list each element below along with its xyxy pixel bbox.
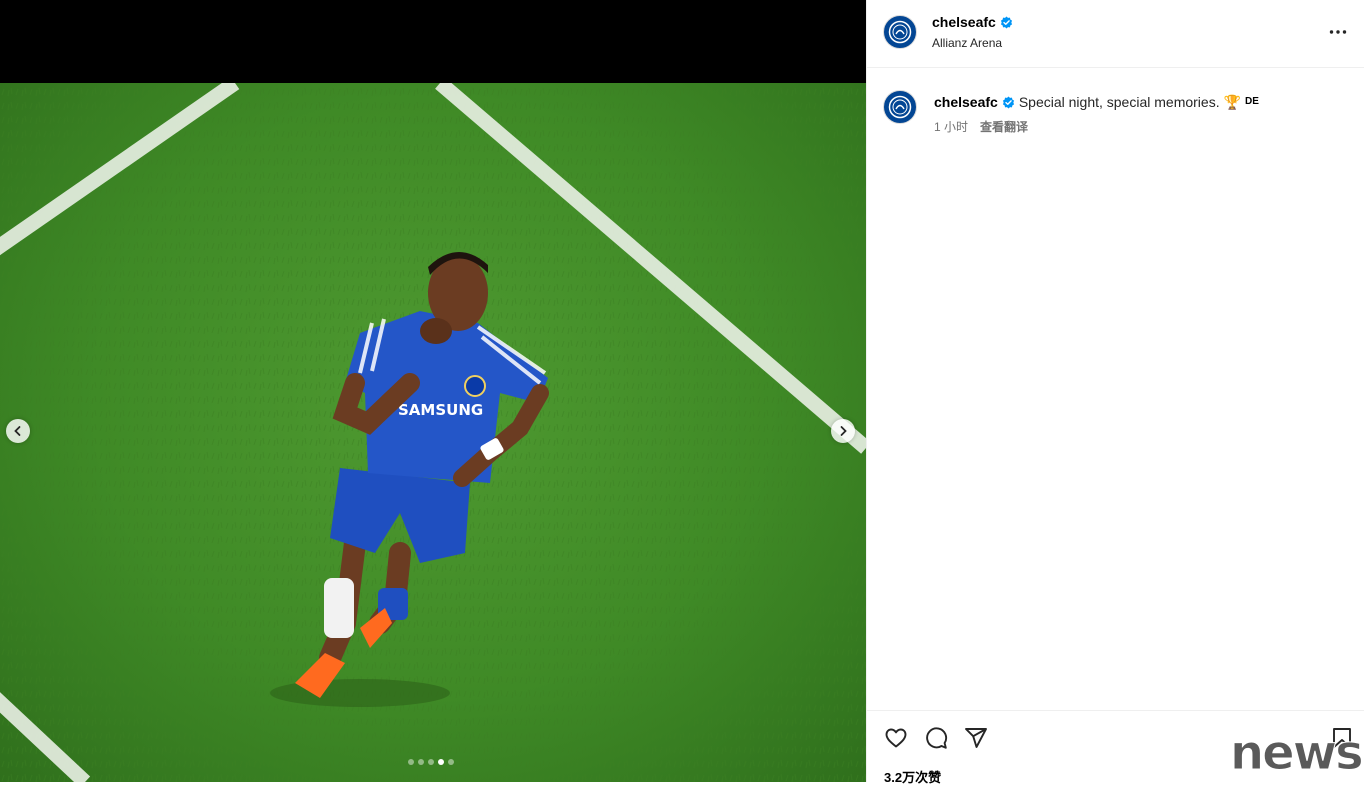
share-button[interactable] — [964, 726, 988, 755]
post-header: chelseafc Allianz Arena — [867, 0, 1364, 68]
next-slide-button[interactable] — [831, 419, 855, 443]
carousel-dot — [428, 759, 434, 765]
more-options-button[interactable] — [1328, 22, 1348, 47]
avatar[interactable] — [883, 15, 917, 49]
post-time[interactable]: 1 小时 — [934, 118, 968, 135]
caption-trailing-text: DE — [1245, 96, 1259, 107]
chevron-left-icon — [14, 426, 21, 436]
comment-button[interactable] — [924, 726, 948, 755]
see-translation-link[interactable]: 查看翻译 — [980, 118, 1028, 135]
caption-meta: 1 小时 查看翻译 — [934, 118, 1028, 135]
like-button[interactable] — [884, 726, 908, 755]
heart-icon — [885, 728, 907, 748]
previous-slide-button[interactable] — [6, 419, 30, 443]
verified-badge-icon — [1002, 96, 1014, 108]
svg-text:SAMSUNG: SAMSUNG — [398, 401, 483, 419]
chelsea-crest-icon — [888, 95, 912, 119]
chevron-right-icon — [840, 426, 847, 436]
more-options-icon — [1329, 30, 1347, 34]
post-caption: chelseafc Special night, special memorie… — [934, 93, 1259, 111]
post-sidebar: chelseafc Allianz Arena chelseafc Specia… — [866, 0, 1364, 785]
news-watermark: news — [1230, 725, 1364, 781]
verified-badge-icon — [1000, 16, 1012, 28]
comment-icon — [926, 727, 948, 749]
post-photo: SAMSUNG — [0, 83, 866, 782]
caption-avatar[interactable] — [883, 90, 917, 124]
likes-count[interactable]: 3.2万次赞 — [884, 767, 941, 786]
caption-username[interactable]: chelseafc — [934, 93, 998, 111]
carousel-indicator — [408, 759, 454, 765]
carousel-dot — [408, 759, 414, 765]
post-location[interactable]: Allianz Arena — [932, 36, 1002, 50]
share-icon — [965, 728, 987, 748]
post-media: SAMSUNG — [0, 0, 866, 782]
carousel-dot — [448, 759, 454, 765]
header-username[interactable]: chelseafc — [932, 14, 996, 30]
chelsea-crest-icon — [888, 20, 912, 44]
carousel-dot — [418, 759, 424, 765]
football-player-photo: SAMSUNG — [0, 83, 866, 782]
caption-text: Special night, special memories. — [1018, 94, 1220, 110]
header-user-line: chelseafc — [932, 14, 1013, 30]
trophy-emoji: 🏆 — [1223, 94, 1242, 110]
carousel-dot — [438, 759, 444, 765]
